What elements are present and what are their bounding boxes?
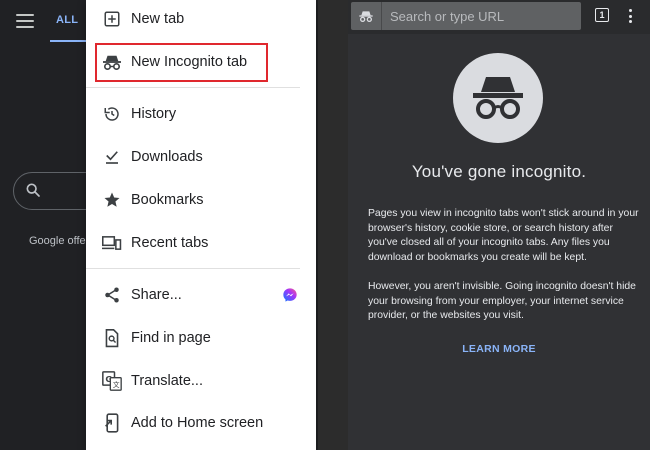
menu-item-label: Share...	[131, 287, 182, 303]
menu-divider	[86, 87, 300, 88]
add-box-icon	[101, 8, 123, 30]
menu-item-new-incognito-tab[interactable]: New Incognito tab	[86, 43, 316, 82]
menu-item-new-tab[interactable]: New tab	[86, 2, 316, 36]
menu-divider	[86, 268, 300, 269]
overflow-menu-icon[interactable]	[629, 9, 633, 26]
search-icon	[26, 183, 40, 197]
menu-item-history[interactable]: History	[86, 97, 316, 131]
history-icon	[101, 103, 123, 125]
share-icon	[101, 284, 123, 306]
svg-text:文: 文	[113, 380, 120, 389]
menu-item-add-to-home-screen[interactable]: Add to Home screen	[86, 406, 316, 440]
add-to-home-icon	[101, 412, 123, 434]
menu-item-label: New tab	[131, 11, 185, 27]
menu-item-label: History	[131, 106, 177, 122]
tab-underline	[50, 40, 86, 42]
menu-item-label: Downloads	[131, 149, 203, 165]
menu-item-translate[interactable]: G文 Translate...	[86, 364, 316, 398]
learn-more-link[interactable]: LEARN MORE	[348, 343, 650, 355]
find-in-page-icon	[101, 327, 123, 349]
download-icon	[101, 146, 123, 168]
messenger-icon[interactable]	[282, 287, 298, 303]
incognito-icon	[101, 51, 123, 73]
menu-item-share[interactable]: Share...	[86, 278, 316, 312]
menu-item-downloads[interactable]: Downloads	[86, 140, 316, 174]
menu-item-find-in-page[interactable]: Find in page	[86, 321, 316, 355]
url-bar-divider	[381, 2, 382, 30]
screen-gap	[318, 0, 348, 450]
devices-icon	[101, 232, 123, 254]
incognito-screen: Search or type URL 1 You've gone incogni…	[348, 0, 650, 450]
hamburger-menu-icon[interactable]	[16, 14, 34, 28]
incognito-icon	[358, 9, 374, 28]
url-placeholder: Search or type URL	[390, 9, 505, 24]
incognito-logo	[453, 53, 543, 143]
menu-item-label: Add to Home screen	[131, 415, 264, 431]
menu-item-label: New Incognito tab	[131, 54, 248, 70]
menu-item-recent-tabs[interactable]: Recent tabs	[86, 226, 316, 260]
incognito-description-2: However, you aren't invisible. Going inc…	[368, 281, 636, 322]
incognito-heading: You've gone incognito.	[411, 162, 587, 181]
chrome-overflow-menu: New tab New Incognito tab History Downlo…	[86, 0, 316, 450]
menu-item-bookmarks[interactable]: Bookmarks	[86, 183, 316, 217]
url-bar[interactable]: Search or type URL	[351, 2, 581, 30]
tab-all[interactable]: ALL	[56, 14, 78, 26]
incognito-description-1: Pages you view in incognito tabs won't s…	[368, 208, 639, 264]
google-offer-text: Google offe	[29, 235, 86, 247]
menu-item-label: Recent tabs	[131, 235, 209, 251]
browser-toolbar: Search or type URL 1	[348, 0, 650, 34]
translate-icon: G文	[101, 370, 123, 392]
menu-item-label: Find in page	[131, 330, 211, 346]
menu-item-label: Translate...	[131, 373, 203, 389]
incognito-icon	[473, 77, 523, 119]
tab-switcher-button[interactable]: 1	[595, 8, 609, 22]
star-icon	[101, 189, 123, 211]
menu-item-label: Bookmarks	[131, 192, 204, 208]
left-phone-screen: ALL Google offe New tab New Incognito ta…	[0, 0, 318, 450]
